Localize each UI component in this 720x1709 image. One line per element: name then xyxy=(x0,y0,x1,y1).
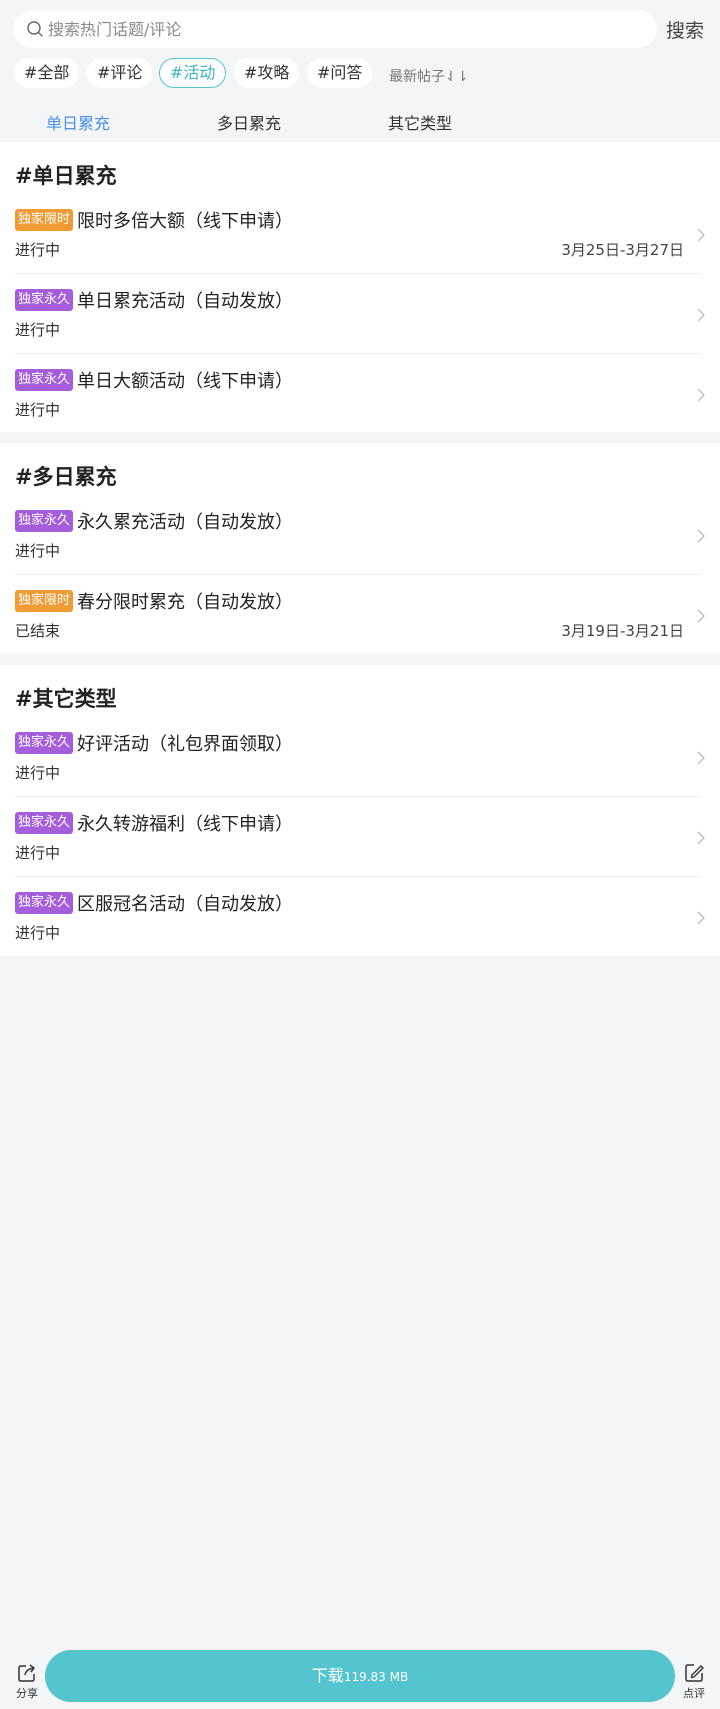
item-status: 进行中 xyxy=(15,542,61,560)
chevron-right-icon xyxy=(697,529,705,543)
list-item[interactable]: 独家永久 区服冠名活动（自动发放） 进行中 xyxy=(0,877,720,957)
section-title: #其它类型 xyxy=(15,687,117,711)
list-item[interactable]: 独家永久 永久累充活动（自动发放） 进行中 xyxy=(0,495,720,575)
chevron-right-icon xyxy=(697,751,705,765)
search-input[interactable] xyxy=(48,10,638,48)
list-item[interactable]: 独家永久 永久转游福利（线下申请） 进行中 xyxy=(0,797,720,877)
download-size: 119.83 MB xyxy=(343,1670,409,1684)
badge-permanent: 独家永久 xyxy=(15,369,74,391)
list-item[interactable]: 独家限时 春分限时累充（自动发放） 已结束 3月19日-3月21日 xyxy=(0,575,720,655)
chevron-right-icon xyxy=(697,831,705,845)
search-button[interactable]: 搜索 xyxy=(666,16,704,43)
list-item[interactable]: 独家永久 单日累充活动（自动发放） 进行中 xyxy=(0,274,720,354)
section-multiday: #多日累充 独家永久 永久累充活动（自动发放） 进行中 独家限时 春分限时累充（… xyxy=(0,443,720,654)
edit-icon xyxy=(685,1664,704,1682)
badge-permanent: 独家永久 xyxy=(15,289,74,311)
item-status: 已结束 xyxy=(15,622,61,640)
item-title: 好评活动（礼包界面领取） xyxy=(77,734,293,755)
section-title: #单日累充 xyxy=(15,164,117,188)
chevron-right-icon xyxy=(697,308,705,322)
item-title: 春分限时累充（自动发放） xyxy=(77,592,293,613)
item-status: 进行中 xyxy=(15,241,61,259)
section-title: #多日累充 xyxy=(15,465,117,489)
search-box[interactable] xyxy=(14,10,657,48)
badge-permanent: 独家永久 xyxy=(15,510,74,532)
badge-limited: 独家限时 xyxy=(15,590,74,612)
item-title: 单日大额活动（线下申请） xyxy=(77,371,293,392)
category-tabs: 单日累充 多日累充 其它类型 xyxy=(0,105,720,137)
download-button[interactable]: 下载119.83 MB xyxy=(45,1650,675,1702)
badge-permanent: 独家永久 xyxy=(15,812,74,834)
search-icon xyxy=(27,21,43,37)
sort-toggle[interactable]: 最新帖子⇃⇂ xyxy=(389,66,468,86)
chevron-right-icon xyxy=(697,388,705,402)
item-title: 限时多倍大额（线下申请） xyxy=(77,211,293,232)
chevron-right-icon xyxy=(697,609,705,623)
search-row: 搜索 xyxy=(14,10,714,48)
tab-multiday[interactable]: 多日累充 xyxy=(217,110,281,134)
item-status: 进行中 xyxy=(15,764,61,782)
section-daily: #单日累充 独家限时 限时多倍大额（线下申请） 进行中 3月25日-3月27日 … xyxy=(0,142,720,432)
tag-guide[interactable]: #攻略 xyxy=(234,58,300,88)
tag-qa[interactable]: #问答 xyxy=(307,58,373,88)
badge-permanent: 独家永久 xyxy=(15,732,74,754)
item-status: 进行中 xyxy=(15,924,61,942)
item-status: 进行中 xyxy=(15,401,61,419)
share-icon xyxy=(18,1664,36,1682)
bottom-bar: 分享 下载119.83 MB 点评 xyxy=(0,1648,720,1709)
tag-all[interactable]: #全部 xyxy=(14,58,80,88)
review-button[interactable]: 点评 xyxy=(678,1662,710,1701)
item-title: 单日累充活动（自动发放） xyxy=(77,291,293,312)
item-date: 3月19日-3月21日 xyxy=(561,622,684,640)
tab-daily[interactable]: 单日累充 xyxy=(46,110,110,134)
item-title: 永久转游福利（线下申请） xyxy=(77,814,293,835)
tag-comment[interactable]: #评论 xyxy=(87,58,153,88)
list-item[interactable]: 独家限时 限时多倍大额（线下申请） 进行中 3月25日-3月27日 xyxy=(0,194,720,274)
badge-limited: 独家限时 xyxy=(15,209,74,231)
chevron-right-icon xyxy=(697,228,705,242)
share-label: 分享 xyxy=(16,1687,38,1700)
top-bar: 搜索 #全部 #评论 #活动 #攻略 #问答 最新帖子⇃⇂ 单日累充 多日累充 … xyxy=(0,0,720,142)
review-label: 点评 xyxy=(683,1687,705,1700)
badge-permanent: 独家永久 xyxy=(15,892,74,914)
chevron-right-icon xyxy=(697,911,705,925)
item-title: 区服冠名活动（自动发放） xyxy=(77,894,293,915)
share-button[interactable]: 分享 xyxy=(12,1662,42,1701)
item-status: 进行中 xyxy=(15,844,61,862)
item-status: 进行中 xyxy=(15,321,61,339)
tag-activity[interactable]: #活动 xyxy=(159,58,227,88)
list-item[interactable]: 独家永久 单日大额活动（线下申请） 进行中 xyxy=(0,354,720,434)
download-label: 下载 xyxy=(311,1666,344,1685)
item-title: 永久累充活动（自动发放） xyxy=(77,512,293,533)
item-date: 3月25日-3月27日 xyxy=(561,241,684,259)
section-other: #其它类型 独家永久 好评活动（礼包界面领取） 进行中 独家永久 永久转游福利（… xyxy=(0,665,720,956)
tab-other[interactable]: 其它类型 xyxy=(388,110,452,134)
list-item[interactable]: 独家永久 好评活动（礼包界面领取） 进行中 xyxy=(0,717,720,797)
